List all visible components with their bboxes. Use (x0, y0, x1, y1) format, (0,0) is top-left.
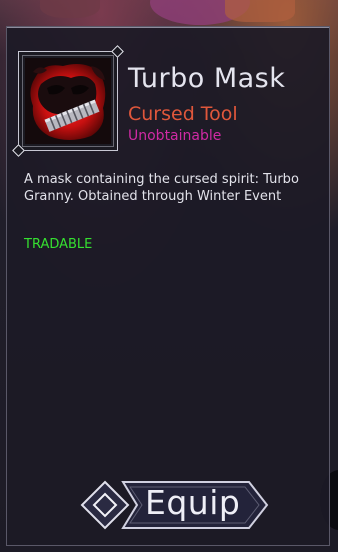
item-type: Cursed Tool (128, 103, 238, 125)
turbo-mask-icon (25, 58, 111, 144)
game-scene: Turbo Mask Cursed Tool Unobtainable A ma… (0, 0, 338, 552)
frame-corner-diamond-icon (12, 144, 25, 157)
item-description: A mask containing the cursed spirit: Tur… (24, 172, 299, 204)
equip-button[interactable]: Equip (80, 477, 271, 533)
item-tooltip-card: Turbo Mask Cursed Tool Unobtainable A ma… (6, 26, 330, 546)
background-object (225, 0, 295, 22)
frame-corner-diamond-icon (111, 45, 124, 58)
equip-label: Equip (145, 483, 241, 522)
trade-status: TRADABLE (24, 237, 93, 252)
background-object (40, 0, 100, 18)
diamond-icon (80, 480, 130, 530)
item-icon-frame (12, 45, 124, 157)
item-name: Turbo Mask (128, 63, 286, 94)
item-availability: Unobtainable (128, 128, 222, 144)
card-top-border (7, 27, 329, 28)
